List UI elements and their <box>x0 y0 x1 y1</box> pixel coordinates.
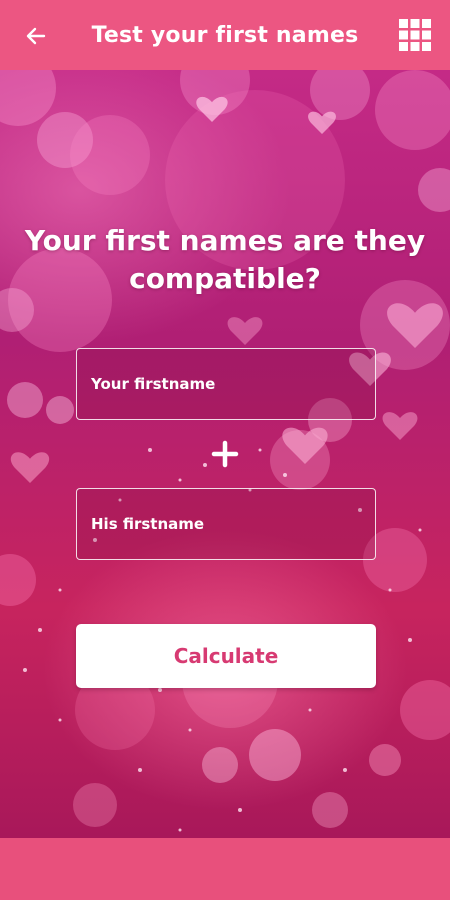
arrow-left-icon <box>26 27 46 45</box>
calculate-button[interactable]: Calculate <box>76 624 376 688</box>
app-bar: Test your first names <box>0 0 450 70</box>
grid-icon <box>399 19 431 51</box>
bottom-bar <box>0 838 450 900</box>
compatibility-headline: Your first names are they compatible? <box>0 222 450 298</box>
main-content: Your first names are they compatible? Ca… <box>0 70 450 838</box>
page-title: Test your first names <box>91 22 359 48</box>
plus-icon <box>211 440 239 468</box>
headline-line-1: Your first names are they <box>24 224 426 257</box>
your-firstname-input[interactable] <box>76 348 376 420</box>
headline-line-2: compatible? <box>129 262 321 295</box>
his-firstname-input[interactable] <box>76 488 376 560</box>
apps-menu-button[interactable] <box>398 18 432 52</box>
back-button[interactable] <box>20 20 52 52</box>
